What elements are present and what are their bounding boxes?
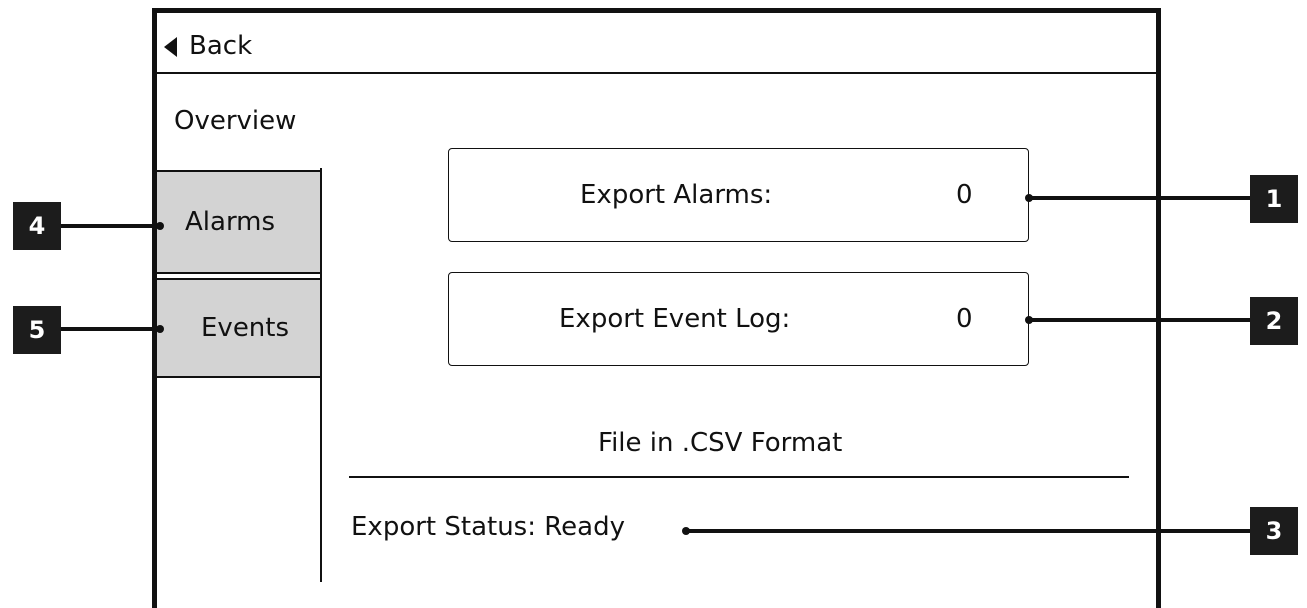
status-divider (349, 476, 1129, 478)
export-event-log-label: Export Event Log: (559, 304, 791, 334)
callout-dot-5 (156, 325, 164, 333)
callout-leader-4 (60, 224, 160, 228)
tab-alarms-label: Alarms (185, 207, 276, 237)
overview-label: Overview (174, 106, 297, 136)
tab-events-label: Events (201, 313, 290, 343)
back-label: Back (189, 31, 253, 61)
export-status-text: Export Status: Ready (351, 512, 625, 542)
callout-dot-1 (1025, 194, 1033, 202)
back-arrow-icon (164, 37, 177, 57)
export-event-log-button[interactable]: Export Event Log: 0 (448, 272, 1029, 366)
tab-events[interactable]: Events (157, 278, 322, 378)
callout-badge-5: 5 (13, 306, 61, 354)
callout-leader-1 (1029, 196, 1251, 200)
callout-leader-2 (1029, 318, 1251, 322)
callout-dot-4 (156, 222, 164, 230)
tab-alarms[interactable]: Alarms (157, 170, 322, 274)
export-alarms-label: Export Alarms: (580, 180, 773, 210)
sidebar-divider (320, 168, 322, 582)
callout-leader-5 (60, 327, 160, 331)
callout-badge-4: 4 (13, 202, 61, 250)
callout-badge-3: 3 (1250, 507, 1298, 555)
callout-leader-3 (686, 529, 1251, 533)
callout-dot-3 (682, 527, 690, 535)
callout-badge-2: 2 (1250, 297, 1298, 345)
header-divider (157, 72, 1156, 74)
export-alarms-button[interactable]: Export Alarms: 0 (448, 148, 1029, 242)
export-alarms-count: 0 (956, 180, 973, 210)
back-button[interactable]: Back (164, 28, 252, 64)
callout-badge-1: 1 (1250, 175, 1298, 223)
csv-format-note: File in .CSV Format (598, 428, 843, 458)
callout-dot-2 (1025, 316, 1033, 324)
export-event-log-count: 0 (956, 304, 973, 334)
